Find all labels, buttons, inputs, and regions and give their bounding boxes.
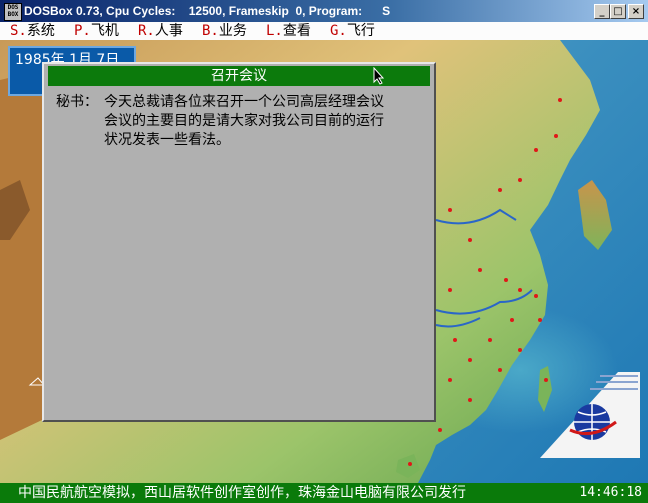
menu-fly[interactable]: G.飞行 (330, 22, 375, 40)
mouse-cursor-icon (373, 67, 385, 85)
credits-text: 中国民航航空模拟，西山居软件创作室创作，珠海金山电脑有限公司发行 (18, 485, 466, 501)
dosbox-icon[interactable]: DOS BOX (4, 3, 22, 21)
speaker-label: 秘书： (56, 94, 98, 110)
airline-logo-icon (540, 372, 640, 458)
menu-aircraft[interactable]: P.飞机 (74, 22, 119, 40)
window-title: DOSBox 0.73, Cpu Cycles: 12500, Frameski… (24, 4, 391, 18)
close-icon: × (631, 6, 641, 17)
maximize-icon: □ (613, 6, 623, 17)
meeting-dialog[interactable]: 召开会议 秘书： 今天总裁请各位来召开一个公司高层经理会议 会议的主要目的是请大… (42, 62, 436, 422)
menu-view[interactable]: L.查看 (266, 22, 311, 40)
status-bar: 中国民航航空模拟，西山居软件创作室创作，珠海金山电脑有限公司发行 14:46:1… (0, 483, 648, 503)
minimize-button[interactable]: _ (594, 4, 610, 19)
menu-personnel[interactable]: R.人事 (138, 22, 183, 40)
message-line: 今天总裁请各位来召开一个公司高层经理会议 (104, 94, 384, 110)
menu-system[interactable]: S.系统 (10, 22, 55, 40)
maximize-button[interactable]: □ (610, 4, 626, 19)
menu-business[interactable]: B.业务 (202, 22, 247, 40)
message-line: 状况发表一些看法。 (104, 132, 230, 148)
message-line: 会议的主要目的是请大家对我公司目前的运行 (104, 113, 384, 129)
close-button[interactable]: × (628, 4, 644, 19)
game-clock: 14:46:18 (579, 485, 642, 500)
minimize-icon: _ (599, 6, 605, 17)
game-menu-bar: S.系统 P.飞机 R.人事 B.业务 L.查看 G.飞行 (0, 22, 648, 40)
window-title-bar[interactable]: DOS BOX DOSBox 0.73, Cpu Cycles: 12500, … (0, 0, 648, 22)
